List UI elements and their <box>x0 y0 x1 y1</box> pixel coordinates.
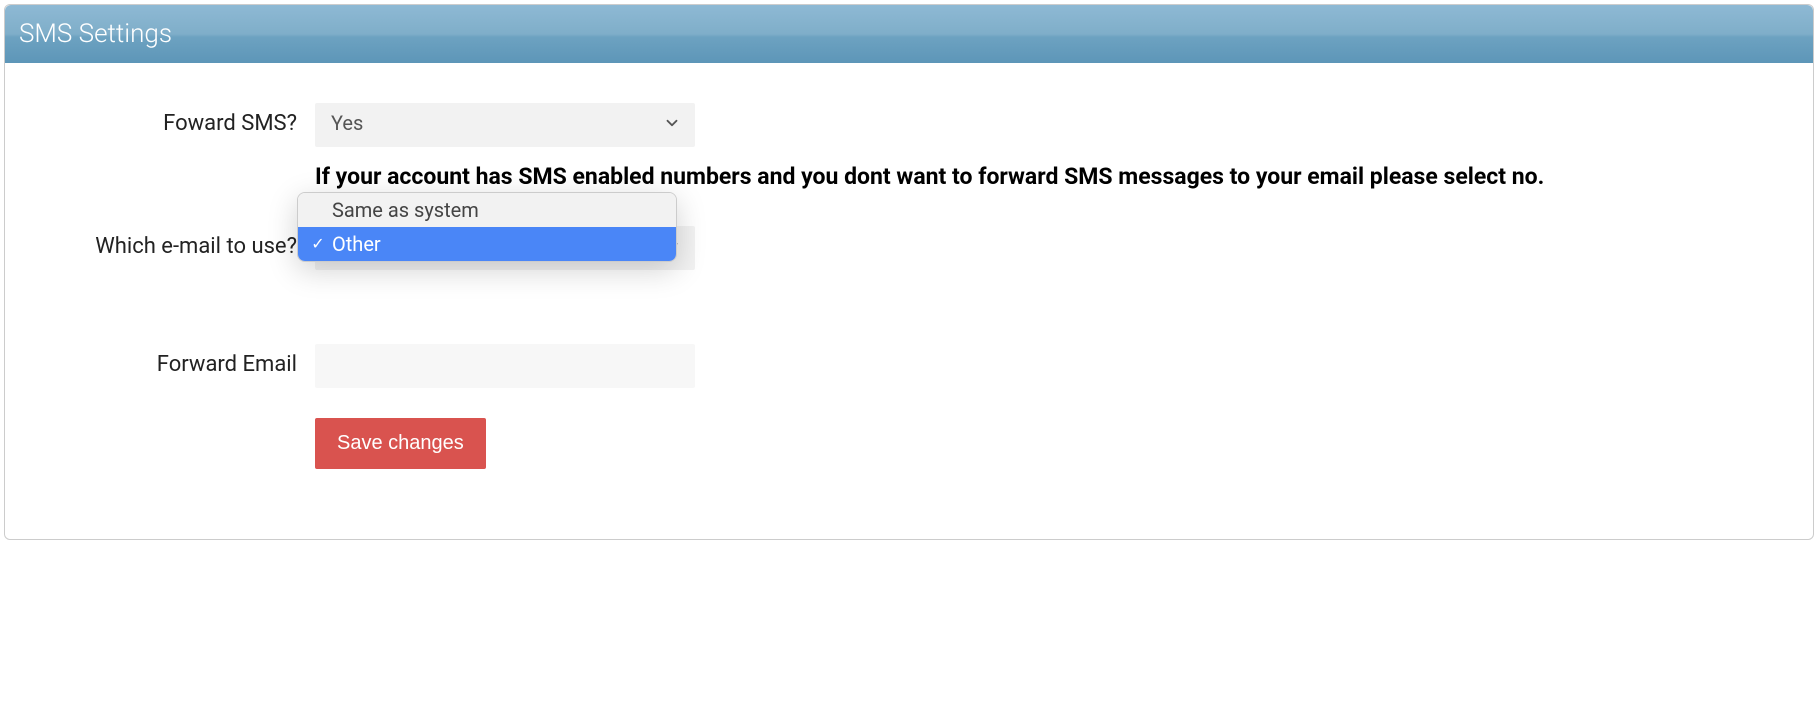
email-select-wrap: ✓ Same as system ✓ Other <box>315 226 695 270</box>
dropdown-option-label: Other <box>332 232 381 256</box>
check-icon: ✓ <box>308 234 328 253</box>
email-select-label: Which e-mail to use? <box>25 226 315 259</box>
email-select-row: Which e-mail to use? ✓ Same as system ✓ <box>25 226 1793 274</box>
forward-email-label: Forward Email <box>25 344 315 377</box>
panel-title: SMS Settings <box>5 5 1813 63</box>
forward-sms-select[interactable]: Yes <box>315 103 695 147</box>
forward-sms-label: Foward SMS? <box>25 103 315 136</box>
forward-sms-row: Foward SMS? Yes If your account has SMS … <box>25 103 1793 196</box>
forward-sms-control: Yes If your account has SMS enabled numb… <box>315 103 1793 196</box>
forward-sms-help: If your account has SMS enabled numbers … <box>315 159 1545 196</box>
forward-email-input[interactable] <box>315 344 695 388</box>
save-button[interactable]: Save changes <box>315 418 486 469</box>
dropdown-option-other[interactable]: ✓ Other <box>298 227 676 261</box>
button-row: Save changes <box>25 418 1793 469</box>
button-wrap: Save changes <box>315 418 1793 469</box>
forward-email-row: Forward Email <box>25 344 1793 388</box>
panel-body: Foward SMS? Yes If your account has SMS … <box>5 63 1813 539</box>
email-select-control: ✓ Same as system ✓ Other <box>315 226 1793 274</box>
email-select-dropdown: ✓ Same as system ✓ Other <box>297 192 677 262</box>
forward-sms-select-wrap: Yes <box>315 103 695 147</box>
dropdown-option-same-as-system[interactable]: ✓ Same as system <box>298 193 676 227</box>
forward-email-control <box>315 344 1793 388</box>
sms-settings-panel: SMS Settings Foward SMS? Yes If your acc… <box>4 4 1814 540</box>
dropdown-option-label: Same as system <box>332 198 479 222</box>
